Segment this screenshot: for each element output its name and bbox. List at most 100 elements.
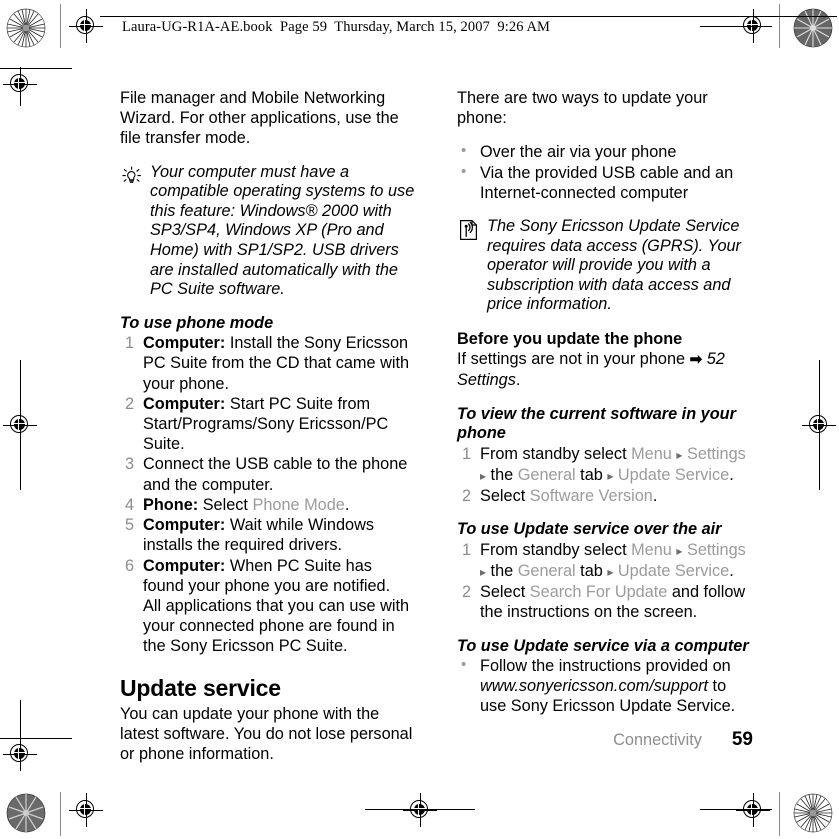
step-number: 2	[461, 583, 471, 602]
step-number: 6	[124, 556, 134, 575]
menu-separator-icon: ▸	[607, 564, 614, 579]
menu-term-menu: Menu	[631, 540, 672, 559]
printed-page: Laura-UG-R1A-AE.book Page 59 Thursday, M…	[0, 0, 839, 839]
list-item: 1 From standby select Menu ▸ Settings ▸ …	[457, 540, 753, 582]
menu-separator-icon: ▸	[607, 468, 614, 483]
menu-term-phone-mode: Phone Mode	[252, 495, 345, 514]
step-continuation: All applications that you can use with y…	[143, 596, 410, 656]
list-item: 1 From standby select Menu ▸ Settings ▸ …	[457, 444, 753, 486]
service-note-block: The Sony Ericsson Update Service require…	[457, 217, 753, 315]
step-text-mid: the	[486, 561, 518, 580]
step-text: Select	[480, 487, 530, 505]
step-text: From standby select	[480, 540, 632, 559]
menu-term-update-service: Update Service	[617, 561, 730, 580]
list-item: 2 Select Software Version.	[457, 486, 753, 506]
update-methods-list: Over the air via your phone Via the prov…	[457, 141, 753, 203]
left-column: File manager and Mobile Networking Wizar…	[120, 88, 416, 764]
crop-rule-bottom-right	[700, 809, 772, 810]
step-text-mid2: tab	[575, 465, 608, 484]
color-target-burst-bottom-right	[793, 793, 833, 833]
crop-rule-right-mid-vertical	[819, 360, 820, 490]
step-text-after: .	[344, 495, 350, 514]
trim-rule-top-right	[779, 4, 780, 48]
list-item: Via the provided USB cable and an Intern…	[457, 162, 753, 203]
procedure-heading-view-software: To view the current software in your pho…	[457, 404, 736, 443]
list-item: 4 Phone: Select Phone Mode.	[120, 495, 416, 515]
crop-rule-top-left	[0, 68, 72, 69]
menu-term-menu: Menu	[631, 444, 672, 463]
list-item: 5 Computer: Wait while Windows installs …	[120, 515, 416, 555]
list-item: Follow the instructions provided on www.…	[457, 655, 753, 717]
registration-mark-bottom-center	[403, 793, 437, 827]
crop-rule-left-mid-vertical	[20, 360, 21, 490]
steps-list-view-software: 1 From standby select Menu ▸ Settings ▸ …	[457, 444, 753, 507]
step-text-suffix: .	[729, 561, 734, 580]
step-lead: Computer:	[143, 394, 226, 413]
color-target-burst-top-left	[6, 8, 46, 48]
crop-rule-left-vertical	[20, 68, 21, 106]
step-number: 1	[461, 540, 471, 559]
step-number: 5	[124, 516, 134, 535]
section-paragraph: You can update your phone with the lates…	[120, 704, 413, 763]
update-via-computer-list: Follow the instructions provided on www.…	[457, 655, 753, 717]
running-header: Laura-UG-R1A-AE.book Page 59 Thursday, M…	[122, 19, 551, 35]
before-text: If settings are not in your phone	[457, 350, 690, 369]
step-number: 2	[124, 394, 134, 413]
procedure-heading-phone-mode: To use phone mode	[120, 313, 274, 332]
page-footer: Connectivity 59	[457, 730, 753, 750]
service-note-text: The Sony Ericsson Update Service require…	[487, 217, 741, 314]
list-item: 6 Computer: When PC Suite has found your…	[120, 556, 416, 657]
page-title: Update service	[120, 674, 281, 701]
cross-reference-arrow-icon: ➡	[689, 351, 703, 369]
menu-term-update-service: Update Service	[617, 465, 730, 484]
tip-note-text: Your computer must have a compatible ope…	[150, 162, 415, 299]
procedure-heading-update-via-computer: To use Update service via a computer	[457, 636, 749, 655]
trim-rule-bottom-left	[60, 792, 61, 836]
registration-mark-bottom-left	[69, 793, 103, 827]
menu-term-search-for-update: Search For Update	[529, 583, 668, 602]
step-number: 2	[461, 487, 471, 505]
menu-term-settings: Settings	[686, 444, 746, 463]
subheading-before-update: Before you update the phone	[457, 329, 683, 348]
menu-term-settings: Settings	[686, 540, 746, 559]
step-text-suffix: .	[729, 465, 734, 484]
support-url[interactable]: www.sonyericsson.com/support	[480, 677, 708, 695]
step-number: 1	[124, 334, 134, 353]
right-intro-paragraph: There are two ways to update your phone:	[457, 89, 708, 128]
step-text-mid: the	[486, 465, 518, 484]
list-item: 1 Computer: Install the Sony Ericsson PC…	[120, 333, 416, 394]
list-item: 2 Select Search For Update and follow th…	[457, 582, 753, 622]
page-number: 59	[731, 729, 753, 750]
registration-mark-inner-bottom-left	[3, 737, 37, 771]
registration-mark-bottom-right	[736, 793, 770, 827]
step-text: Select	[198, 495, 253, 514]
procedure-heading-update-over-air: To use Update service over the air	[457, 520, 722, 539]
registration-mark-top-left	[69, 9, 103, 43]
before-update-paragraph: If settings are not in your phone ➡ 52 S…	[457, 349, 753, 390]
menu-separator-icon: ▸	[676, 543, 683, 558]
steps-list-update-over-air: 1 From standby select Menu ▸ Settings ▸ …	[457, 540, 753, 623]
step-number: 3	[124, 455, 134, 474]
color-target-burst-bottom-left	[6, 793, 46, 833]
step-text-mid2: tab	[575, 561, 608, 580]
right-column: There are two ways to update your phone:…	[457, 88, 753, 717]
menu-separator-icon: ▸	[676, 447, 683, 462]
menu-term-software-version: Software Version	[529, 487, 653, 505]
step-text: Connect the USB cable to the phone and t…	[143, 455, 408, 494]
tip-note-block: Your computer must have a compatible ope…	[120, 163, 416, 300]
bullet-text: Follow the instructions provided on	[480, 657, 731, 676]
step-lead: Computer:	[143, 556, 226, 575]
step-lead: Computer:	[143, 334, 226, 353]
crop-rule-bottom-left	[0, 738, 72, 739]
list-item: Over the air via your phone	[457, 141, 753, 162]
intro-paragraph: File manager and Mobile Networking Wizar…	[120, 89, 399, 148]
menu-term-general: General	[517, 561, 576, 580]
step-lead: Computer:	[143, 516, 226, 535]
page-signal-note-icon	[457, 218, 481, 242]
trim-rule-top-left	[60, 4, 61, 48]
list-item: 2 Computer: Start PC Suite from Start/Pr…	[120, 394, 416, 455]
crop-rule-bottom-center	[365, 809, 475, 810]
before-text-end: .	[515, 371, 521, 390]
list-item: 3 Connect the USB cable to the phone and…	[120, 454, 416, 494]
step-text-suffix: .	[652, 487, 658, 505]
